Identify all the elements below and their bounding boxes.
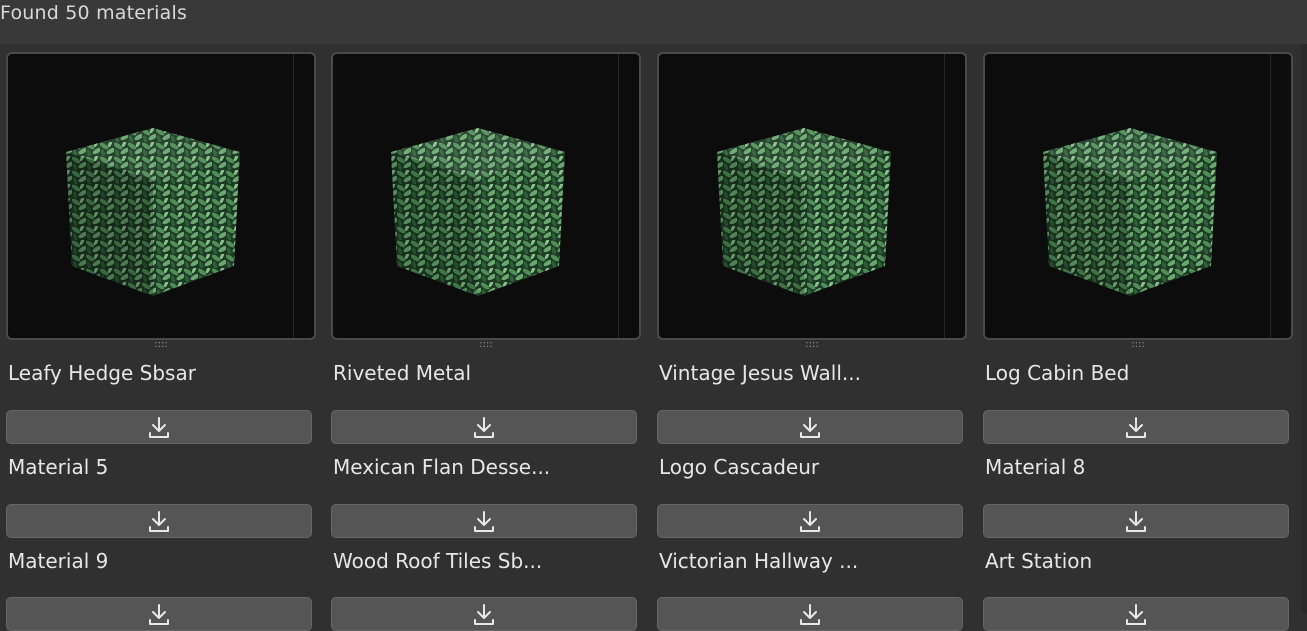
download-button[interactable] (657, 504, 963, 538)
material-name: Material 9 (8, 549, 109, 573)
download-icon (1126, 604, 1146, 625)
download-icon (474, 417, 494, 438)
material-name: Material 5 (8, 455, 109, 479)
material-name: Log Cabin Bed (985, 361, 1130, 385)
download-icon (149, 511, 169, 532)
download-icon (474, 511, 494, 532)
material-preview[interactable] (983, 52, 1293, 340)
download-button[interactable] (6, 597, 312, 631)
results-count: Found 50 materials (0, 2, 188, 24)
material-name: Wood Roof Tiles Sb... (333, 549, 543, 573)
material-preview[interactable] (657, 52, 967, 340)
download-button[interactable] (6, 410, 312, 444)
material-name: Victorian Hallway ... (659, 549, 859, 573)
download-icon (800, 604, 820, 625)
hedge-cube-thumbnail (717, 128, 891, 296)
scrollbar[interactable] (1301, 44, 1307, 613)
resize-grip[interactable]: :::: (657, 340, 967, 350)
download-icon (149, 604, 169, 625)
material-name: Material 8 (985, 455, 1086, 479)
download-button[interactable] (331, 597, 637, 631)
hedge-cube-thumbnail (66, 128, 240, 296)
download-button[interactable] (657, 597, 963, 631)
material-name: Vintage Jesus Wall... (659, 361, 861, 385)
resize-grip[interactable]: :::: (983, 340, 1293, 350)
material-name: Mexican Flan Desse... (333, 455, 551, 479)
download-button[interactable] (6, 504, 312, 538)
download-button[interactable] (983, 410, 1289, 444)
download-icon (800, 417, 820, 438)
download-icon (474, 604, 494, 625)
material-name: Riveted Metal (333, 361, 472, 385)
download-button[interactable] (331, 504, 637, 538)
material-name: Leafy Hedge Sbsar (8, 361, 196, 385)
download-icon (1126, 417, 1146, 438)
download-button[interactable] (657, 410, 963, 444)
material-preview[interactable] (331, 52, 641, 340)
resize-grip[interactable]: :::: (6, 340, 316, 350)
material-name: Art Station (985, 549, 1093, 573)
material-name: Logo Cascadeur (659, 455, 820, 479)
results-header: Found 50 materials (0, 0, 1307, 44)
download-icon (1126, 511, 1146, 532)
download-button[interactable] (331, 410, 637, 444)
download-icon (800, 511, 820, 532)
hedge-cube-thumbnail (391, 128, 565, 296)
hedge-cube-thumbnail (1043, 128, 1217, 296)
resize-grip[interactable]: :::: (331, 340, 641, 350)
download-button[interactable] (983, 597, 1289, 631)
download-button[interactable] (983, 504, 1289, 538)
download-icon (149, 417, 169, 438)
material-preview[interactable] (6, 52, 316, 340)
